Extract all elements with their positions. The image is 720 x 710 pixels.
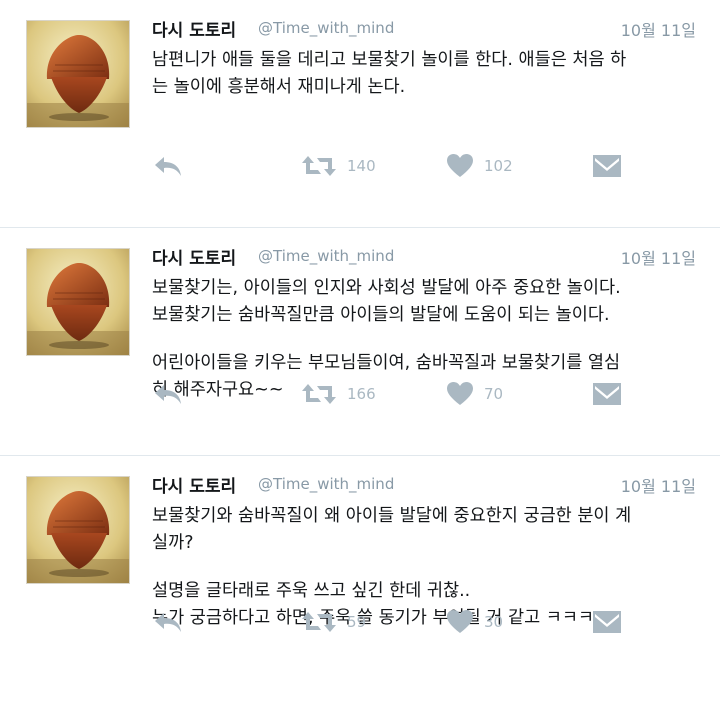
tweet[interactable]: 다시 도토리 @Time_with_mind 10월 11일 남편니가 애들 둘… xyxy=(0,0,720,228)
like-button[interactable]: 102 xyxy=(446,150,513,182)
like-button[interactable]: 70 xyxy=(446,378,503,410)
tweet-text: 남편니가 애들 둘을 데리고 보물찾기 놀이를 한다. 애들은 처음 하는 놀이… xyxy=(152,47,697,101)
acorn-avatar[interactable] xyxy=(26,20,130,128)
retweet-count: 59 xyxy=(347,613,367,631)
retweet-button[interactable]: 59 xyxy=(301,606,366,638)
direct-message-button[interactable] xyxy=(592,150,622,182)
reply-button[interactable] xyxy=(152,606,184,638)
tweet-actions: 140 102 xyxy=(0,150,720,184)
heart-icon xyxy=(446,381,474,407)
tweet-text-line: 실까? xyxy=(152,533,194,553)
direct-message-button[interactable] xyxy=(592,606,622,638)
like-button[interactable]: 30 xyxy=(446,606,503,638)
retweet-button[interactable]: 166 xyxy=(301,378,376,410)
tweet-text-line: 어린아이들을 키우는 부모님들이여, 숨바꼭질과 보물찾기를 열심 xyxy=(152,353,621,373)
retweet-icon xyxy=(301,380,337,408)
retweet-count: 140 xyxy=(347,157,376,175)
like-count: 30 xyxy=(484,613,504,631)
tweet-actions: 59 30 xyxy=(0,606,720,640)
reply-icon xyxy=(152,380,184,408)
like-count: 102 xyxy=(484,157,513,175)
display-name[interactable]: 다시 도토리 xyxy=(152,472,236,497)
tweet-text-line: 남편니가 애들 둘을 데리고 보물찾기 놀이를 한다. 애들은 처음 하 xyxy=(152,50,627,70)
retweet-icon xyxy=(301,608,337,636)
reply-icon xyxy=(152,152,184,180)
tweet-text-line: 보물찾기는, 아이들의 인지와 사회성 발달에 아주 중요한 놀이다. xyxy=(152,278,621,298)
envelope-icon xyxy=(592,153,622,179)
tweet-text-line: 보물찾기는 숨바꼭질만큼 아이들의 발달에 도움이 되는 놀이다. xyxy=(152,305,610,325)
tweet-text-line: 는 놀이에 흥분해서 재미나게 논다. xyxy=(152,77,406,97)
tweet-actions: 166 70 xyxy=(0,378,720,412)
direct-message-button[interactable] xyxy=(592,378,622,410)
acorn-avatar[interactable] xyxy=(26,476,130,584)
tweet-text-line xyxy=(152,329,697,350)
tweet-date[interactable]: 10월 11일 xyxy=(621,17,696,41)
timeline: 다시 도토리 @Time_with_mind 10월 11일 남편니가 애들 둘… xyxy=(0,0,720,684)
reply-button[interactable] xyxy=(152,150,184,182)
user-handle[interactable]: @Time_with_mind xyxy=(258,247,394,265)
like-count: 70 xyxy=(484,385,504,403)
tweet[interactable]: 다시 도토리 @Time_with_mind 10월 11일 보물찾기와 숨바꼭… xyxy=(0,456,720,684)
tweet-date[interactable]: 10월 11일 xyxy=(621,245,696,269)
display-name[interactable]: 다시 도토리 xyxy=(152,16,236,41)
retweet-button[interactable]: 140 xyxy=(301,150,376,182)
reply-button[interactable] xyxy=(152,378,184,410)
tweet-text-line xyxy=(152,557,697,578)
retweet-icon xyxy=(301,152,337,180)
tweet-date[interactable]: 10월 11일 xyxy=(621,473,696,497)
user-handle[interactable]: @Time_with_mind xyxy=(258,475,394,493)
heart-icon xyxy=(446,609,474,635)
envelope-icon xyxy=(592,609,622,635)
heart-icon xyxy=(446,153,474,179)
acorn-avatar[interactable] xyxy=(26,248,130,356)
tweet[interactable]: 다시 도토리 @Time_with_mind 10월 11일 보물찾기는, 아이… xyxy=(0,228,720,456)
envelope-icon xyxy=(592,381,622,407)
reply-icon xyxy=(152,608,184,636)
tweet-text-line: 보물찾기와 숨바꼭질이 왜 아이들 발달에 중요한지 궁금한 분이 계 xyxy=(152,506,632,526)
user-handle[interactable]: @Time_with_mind xyxy=(258,19,394,37)
retweet-count: 166 xyxy=(347,385,376,403)
display-name[interactable]: 다시 도토리 xyxy=(152,244,236,269)
tweet-text-line: 설명을 글타래로 주욱 쓰고 싶긴 한데 귀찮.. xyxy=(152,581,471,601)
